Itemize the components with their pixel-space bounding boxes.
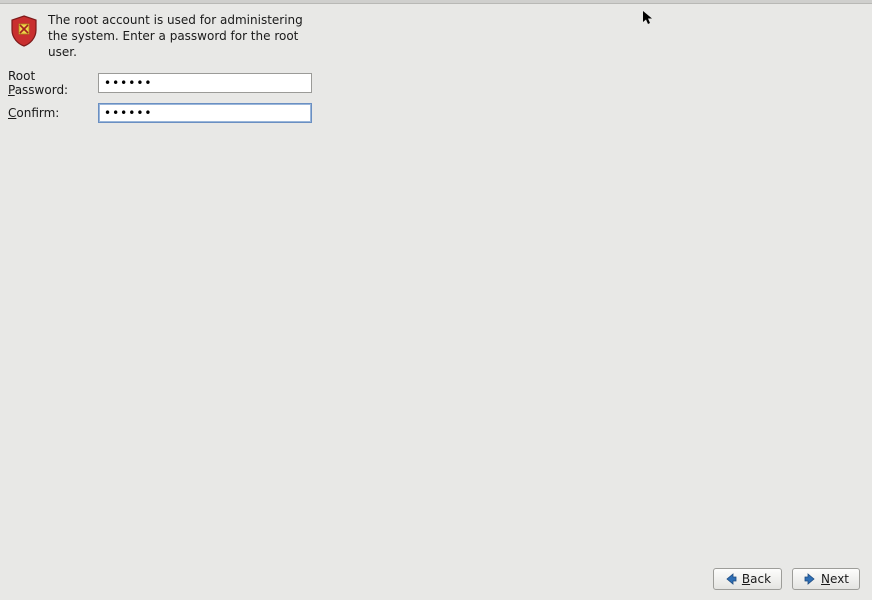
- label-text: Root: [8, 69, 35, 83]
- confirm-input[interactable]: [98, 103, 312, 123]
- shield-icon: [8, 14, 40, 48]
- root-password-label: Root Password:: [8, 69, 98, 97]
- description-text: The root account is used for administeri…: [48, 12, 318, 61]
- arrow-left-icon: [724, 572, 738, 586]
- header-row: The root account is used for administeri…: [0, 4, 872, 67]
- confirm-row: Confirm:: [8, 103, 864, 123]
- label-text: assword:: [15, 83, 68, 97]
- label-text: onfirm:: [16, 106, 59, 120]
- root-password-input[interactable]: [98, 73, 312, 93]
- arrow-right-icon: [803, 572, 817, 586]
- next-button[interactable]: Next: [792, 568, 860, 590]
- label-accelerator: P: [8, 83, 15, 97]
- button-bar: Back Next: [713, 568, 860, 590]
- button-label: Back: [742, 572, 771, 586]
- confirm-label: Confirm:: [8, 106, 98, 120]
- button-label: Next: [821, 572, 849, 586]
- back-button[interactable]: Back: [713, 568, 782, 590]
- installer-page: The root account is used for administeri…: [0, 4, 872, 600]
- password-form: Root Password: Confirm:: [0, 67, 872, 123]
- root-password-row: Root Password:: [8, 69, 864, 97]
